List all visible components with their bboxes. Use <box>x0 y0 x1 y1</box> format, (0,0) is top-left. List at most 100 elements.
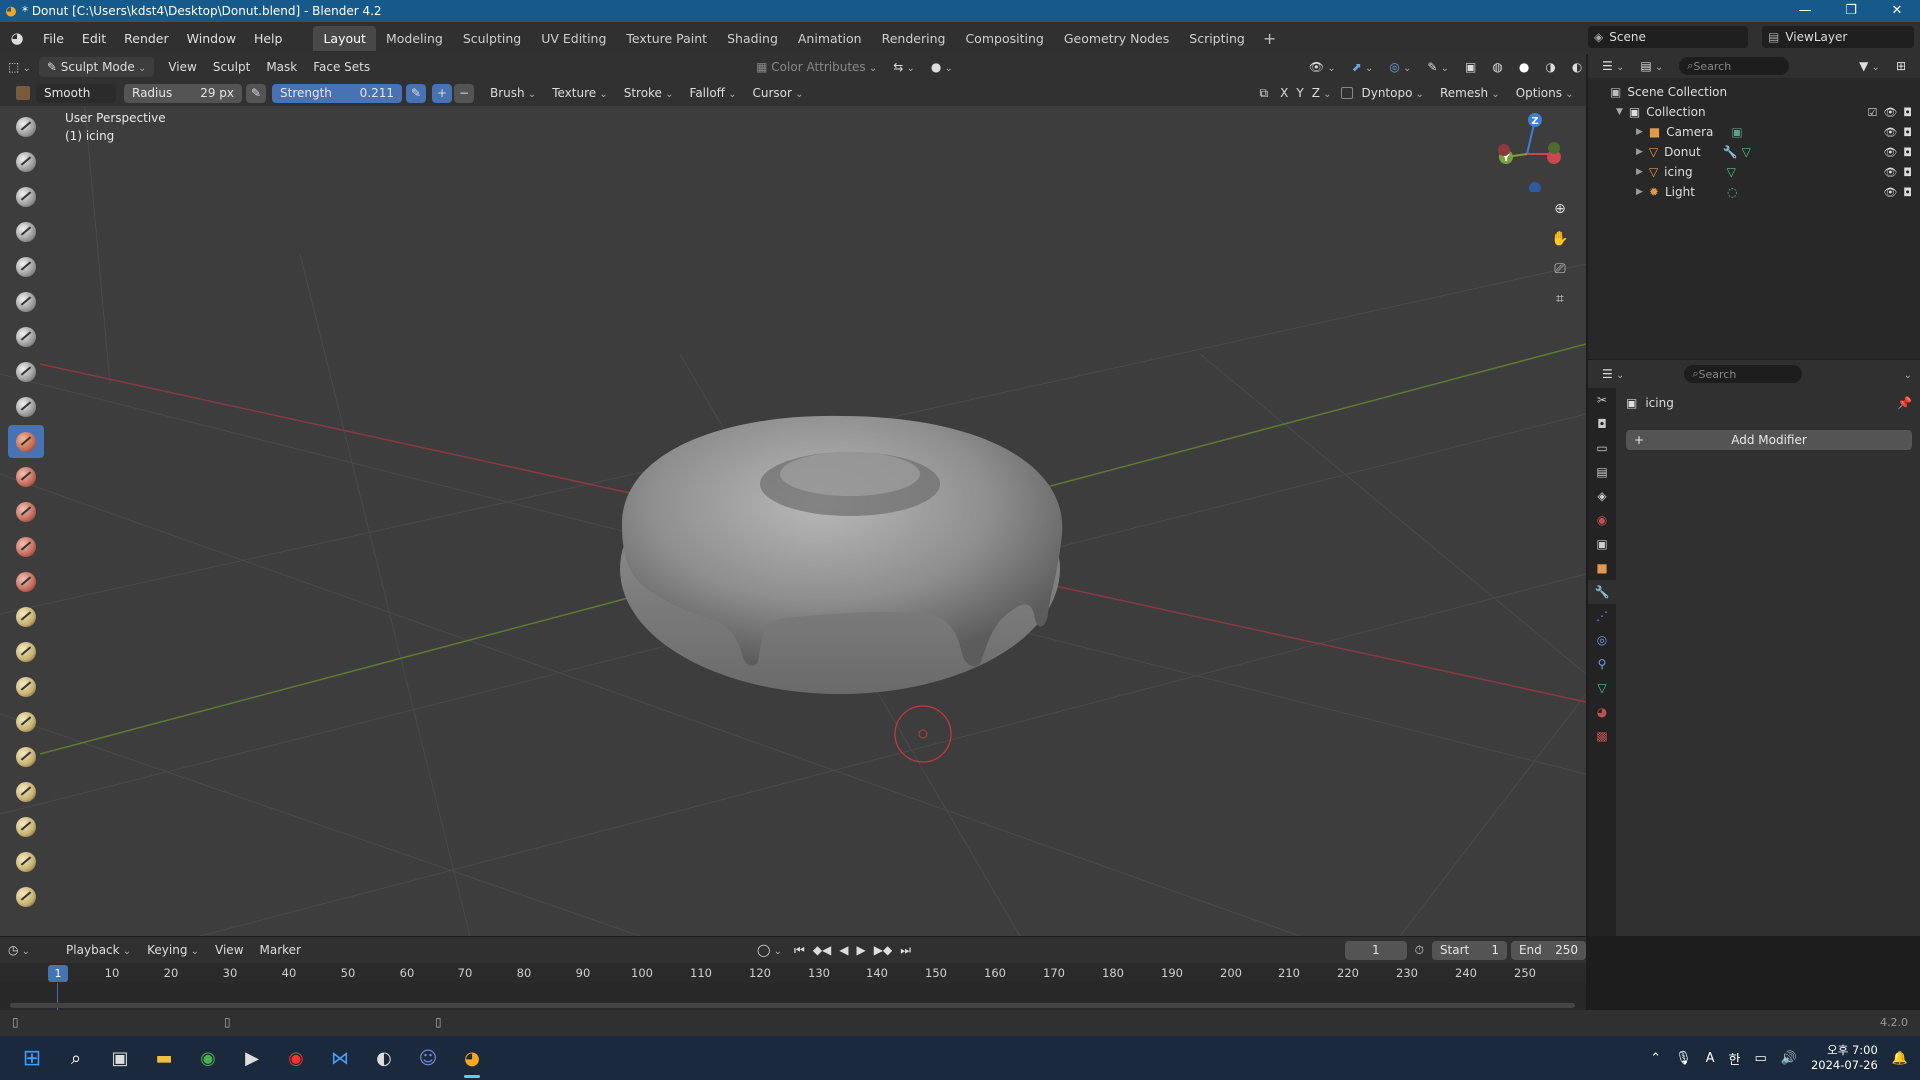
expand-arrow-icon[interactable]: ▶ <box>1636 147 1643 157</box>
youtube-music-icon[interactable]: ◉ <box>274 1036 318 1080</box>
clock[interactable]: 오후 7:00 2024-07-26 <box>1811 1043 1878 1073</box>
dyntopo-checkbox[interactable] <box>1341 87 1354 99</box>
tool-snake-hook[interactable] <box>8 705 44 738</box>
gizmo-neg-x-handle[interactable] <box>1498 144 1510 156</box>
modifier-tab-icon[interactable]: 🔧 <box>1588 580 1616 604</box>
start-button-icon[interactable]: ⊞ <box>10 1036 54 1080</box>
overlay-toggle-icon[interactable]: ◎ <box>1381 57 1419 77</box>
view-layer-tab-icon[interactable]: ▤ <box>1588 460 1616 484</box>
tool-crease[interactable] <box>8 390 44 423</box>
timeline-view-menu[interactable]: View <box>207 940 251 960</box>
microphone-icon[interactable]: 🎙 <box>1675 1051 1692 1066</box>
radius-field[interactable]: Radius 29 px <box>124 83 242 103</box>
tool-multiplane-scrape[interactable] <box>8 565 44 598</box>
render-camera-icon[interactable]: ◘ <box>1903 106 1912 119</box>
network-icon[interactable]: ▭ <box>1754 1051 1766 1066</box>
eye-icon[interactable]: 👁 <box>1883 106 1897 119</box>
gizmo-toggle-icon[interactable]: ⬈ <box>1344 57 1382 77</box>
material-tab-icon[interactable]: ◕ <box>1588 700 1616 724</box>
object-tab-icon[interactable]: ■ <box>1588 556 1616 580</box>
tab-shading[interactable]: Shading <box>717 26 788 51</box>
symmetry-x-toggle[interactable]: X <box>1276 83 1292 103</box>
playback-menu[interactable]: Playback <box>58 940 139 960</box>
tab-geometry-nodes[interactable]: Geometry Nodes <box>1054 26 1179 51</box>
particles-tab-icon[interactable]: ⋰ <box>1588 604 1616 628</box>
prev-keyframe-icon[interactable]: ◆◀ <box>809 940 835 960</box>
jump-end-icon[interactable]: ⏭ <box>896 940 915 961</box>
solid-shading-icon[interactable]: ● <box>1511 57 1537 77</box>
color-attributes-selector[interactable]: ▦ Color Attributes <box>748 57 885 77</box>
light-data-icon[interactable]: ◌ <box>1727 185 1737 199</box>
discord-icon[interactable]: ☺ <box>406 1036 450 1080</box>
menu-face-sets[interactable]: Face Sets <box>305 57 378 77</box>
expand-arrow-icon[interactable]: ▶ <box>1636 167 1643 177</box>
search-icon[interactable]: ⌕ <box>54 1036 98 1080</box>
tab-rendering[interactable]: Rendering <box>872 26 956 51</box>
tool-clay-thumb[interactable] <box>8 250 44 283</box>
menu-mask[interactable]: Mask <box>258 57 305 77</box>
collection-row[interactable]: ▼ ▣ Collection ☑ 👁 ◘ <box>1588 102 1920 122</box>
ime-korean-label[interactable]: 한 <box>1729 1049 1741 1068</box>
pan-hand-icon[interactable]: ✋ <box>1547 226 1573 252</box>
timeline-scrollbar[interactable] <box>10 1003 1575 1008</box>
visual-studio-icon[interactable]: ⋈ <box>318 1036 362 1080</box>
tool-inflate[interactable] <box>8 320 44 353</box>
close-button[interactable]: ✕ <box>1874 0 1920 22</box>
chrome-icon[interactable]: ◉ <box>186 1036 230 1080</box>
render-camera-icon[interactable]: ◘ <box>1903 146 1912 159</box>
cursor-dropdown[interactable]: Cursor <box>745 83 812 103</box>
editor-type-icon[interactable]: ⬚ <box>0 57 39 77</box>
eye-icon[interactable]: 👁 <box>1883 186 1897 199</box>
options-dropdown[interactable]: Options <box>1508 83 1582 103</box>
timeline-editor-type-icon[interactable]: ◷ <box>0 940 38 960</box>
brush-name-field[interactable]: Smooth <box>36 83 116 103</box>
outliner-editor-type-icon[interactable]: ☰ <box>1594 56 1632 76</box>
perspective-toggle-icon[interactable]: ⌗ <box>1547 286 1573 312</box>
file-explorer-icon[interactable]: ▬ <box>142 1036 186 1080</box>
tab-sculpting[interactable]: Sculpting <box>453 26 531 51</box>
texture-dropdown[interactable]: Texture <box>544 83 616 103</box>
render-camera-icon[interactable]: ◘ <box>1903 166 1912 179</box>
zoom-icon[interactable]: ⊕ <box>1547 196 1573 222</box>
tool-rotate[interactable] <box>8 845 44 878</box>
keying-menu[interactable]: Keying <box>139 940 207 960</box>
menu-sculpt[interactable]: Sculpt <box>205 57 258 77</box>
timeline-ruler[interactable]: 1 10 20 30 40 50 60 70 80 90 100 110 120… <box>0 963 1586 983</box>
view-layer-selector[interactable]: ▤ ViewLayer <box>1762 26 1914 48</box>
jump-start-icon[interactable]: ⏮ <box>790 940 809 961</box>
physics-tab-icon[interactable]: ◎ <box>1588 628 1616 652</box>
menu-edit[interactable]: Edit <box>73 31 115 46</box>
properties-search-input[interactable]: ⌕ Search <box>1684 365 1803 383</box>
tool-fill[interactable] <box>8 495 44 528</box>
output-tab-icon[interactable]: ▭ <box>1588 436 1616 460</box>
tool-grab[interactable] <box>8 635 44 668</box>
playhead[interactable]: 1 <box>48 965 68 982</box>
tool-slide-relax[interactable] <box>8 880 44 913</box>
tool-pinch[interactable] <box>8 600 44 633</box>
tab-scripting[interactable]: Scripting <box>1179 26 1255 51</box>
radius-pressure-icon[interactable]: ✎ <box>246 83 266 103</box>
blender-menu-icon[interactable]: ◕ <box>0 29 34 47</box>
task-view-icon[interactable]: ▣ <box>98 1036 142 1080</box>
render-camera-icon[interactable]: ◘ <box>1903 126 1912 139</box>
menu-file[interactable]: File <box>34 31 73 46</box>
minimize-button[interactable]: — <box>1782 0 1828 22</box>
transform-orientation-icon[interactable]: ⇆ <box>885 57 923 77</box>
pin-icon[interactable]: 📌 <box>1897 396 1912 410</box>
tab-animation[interactable]: Animation <box>788 26 872 51</box>
strength-field[interactable]: Strength 0.211 <box>272 83 402 103</box>
collapse-arrow-icon[interactable]: ▼ <box>1616 107 1623 117</box>
outliner-item-donut[interactable]: ▶ ▽ Donut 🔧 ▽ 👁 ◘ <box>1588 142 1920 162</box>
mesh-data-icon[interactable]: ▽ <box>1742 145 1751 159</box>
tool-flatten[interactable] <box>8 460 44 493</box>
symmetry-y-toggle[interactable]: Y <box>1292 83 1307 103</box>
tool-clay[interactable] <box>8 180 44 213</box>
maximize-button[interactable]: ❐ <box>1828 0 1874 22</box>
stopwatch-icon[interactable]: ⏱ <box>1407 940 1432 961</box>
data-tab-icon[interactable]: ▽ <box>1588 676 1616 700</box>
exclude-checkbox-icon[interactable]: ☑ <box>1867 106 1877 119</box>
new-collection-icon[interactable]: ⊞ <box>1888 56 1914 76</box>
gizmo-neg-z-handle[interactable] <box>1529 182 1541 192</box>
symmetry-z-toggle[interactable]: Z <box>1308 83 1336 103</box>
symmetry-icon[interactable]: ⧉ <box>1252 83 1277 104</box>
